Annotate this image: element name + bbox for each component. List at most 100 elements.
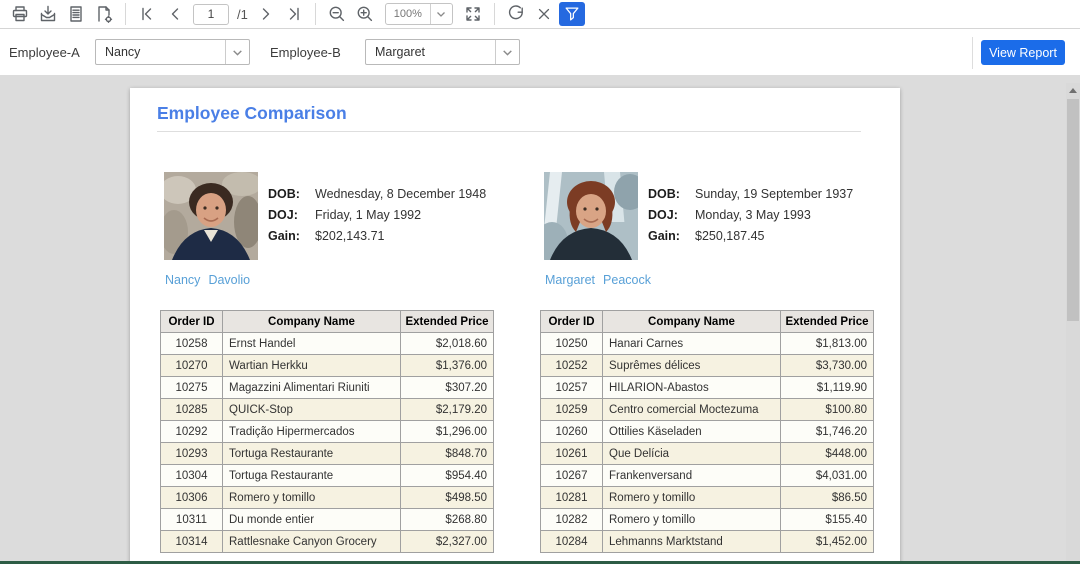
table-row: 10261 Que Delícia $448.00 bbox=[540, 442, 874, 465]
company-name-cell: Romero y tomillo bbox=[222, 486, 401, 509]
order-id-header: Order ID bbox=[540, 310, 603, 333]
company-name-cell: Centro comercial Moctezuma bbox=[602, 398, 781, 421]
order-id-cell: 10275 bbox=[160, 376, 223, 399]
order-id-cell: 10258 bbox=[160, 332, 223, 355]
scrollbar-thumb[interactable] bbox=[1067, 99, 1079, 321]
company-name-header: Company Name bbox=[222, 310, 401, 333]
extended-price-cell: $1,376.00 bbox=[400, 354, 494, 377]
page-number-input[interactable] bbox=[193, 3, 229, 25]
print-button[interactable] bbox=[7, 2, 33, 26]
extended-price-cell: $4,031.00 bbox=[780, 464, 874, 487]
company-name-cell: Tortuga Restaurante bbox=[222, 442, 401, 465]
last-name: Davolio bbox=[208, 273, 251, 287]
vertical-scrollbar[interactable] bbox=[1066, 83, 1080, 564]
gain-label: Gain: bbox=[648, 228, 680, 243]
page-total-label: /1 bbox=[237, 6, 248, 22]
zoom-out-button[interactable] bbox=[324, 2, 350, 26]
zoom-in-button[interactable] bbox=[352, 2, 378, 26]
table-row: 10314 Rattlesnake Canyon Grocery $2,327.00 bbox=[160, 530, 494, 553]
employee-a-photo bbox=[164, 172, 258, 260]
order-id-cell: 10270 bbox=[160, 354, 223, 377]
zoom-in-icon bbox=[357, 6, 372, 22]
dob-value: Wednesday, 8 December 1948 bbox=[315, 186, 487, 201]
employee-b-name-link[interactable]: Margaret Peacock bbox=[545, 273, 651, 287]
filter-parameters-button[interactable] bbox=[558, 2, 585, 26]
company-name-cell: Wartian Herkku bbox=[222, 354, 401, 377]
company-name-cell: Que Delícia bbox=[602, 442, 781, 465]
close-icon bbox=[538, 8, 549, 20]
order-id-cell: 10261 bbox=[540, 442, 603, 465]
chevron-down-icon bbox=[503, 49, 512, 56]
previous-page-icon bbox=[171, 8, 179, 20]
fit-to-page-button[interactable] bbox=[460, 2, 486, 26]
page-setup-button[interactable] bbox=[91, 2, 117, 26]
company-name-cell: HILARION-Abastos bbox=[602, 376, 781, 399]
extended-price-cell: $2,179.20 bbox=[400, 398, 494, 421]
last-page-button[interactable] bbox=[281, 2, 307, 26]
order-id-cell: 10257 bbox=[540, 376, 603, 399]
table-row: 10306 Romero y tomillo $498.50 bbox=[160, 486, 494, 509]
company-name-cell: Ernst Handel bbox=[222, 332, 401, 355]
employee-b-photo bbox=[544, 172, 638, 260]
company-name-cell: Ottilies Käseladen bbox=[602, 420, 781, 443]
company-name-cell: Hanari Carnes bbox=[602, 332, 781, 355]
company-name-cell: Frankenversand bbox=[602, 464, 781, 487]
table-row: 10258 Ernst Handel $2,018.60 bbox=[160, 332, 494, 355]
table-row: 10259 Centro comercial Moctezuma $100.80 bbox=[540, 398, 874, 421]
employee-a-details: DOB: Wednesday, 8 December 1948 DOJ: Frida… bbox=[268, 183, 486, 246]
extended-price-cell: $268.80 bbox=[400, 508, 494, 531]
order-id-header: Order ID bbox=[160, 310, 223, 333]
extended-price-cell: $1,746.20 bbox=[780, 420, 874, 443]
print-layout-button[interactable] bbox=[63, 2, 89, 26]
toolbar-separator bbox=[125, 3, 126, 25]
print-icon bbox=[12, 6, 28, 22]
company-name-header: Company Name bbox=[602, 310, 781, 333]
company-name-cell: Suprêmes délices bbox=[602, 354, 781, 377]
extended-price-cell: $2,018.60 bbox=[400, 332, 494, 355]
employee-a-select[interactable]: Nancy bbox=[95, 39, 250, 65]
zoom-percent-value: 100% bbox=[393, 8, 422, 20]
first-page-icon bbox=[142, 7, 152, 21]
fit-to-page-icon bbox=[466, 7, 480, 21]
first-page-button[interactable] bbox=[134, 2, 160, 26]
triangle-up-icon bbox=[1069, 87, 1077, 93]
filter-icon bbox=[565, 7, 579, 21]
company-name-cell: Tortuga Restaurante bbox=[222, 464, 401, 487]
first-name: Margaret bbox=[545, 273, 596, 287]
employee-a-name-link[interactable]: Nancy Davolio bbox=[165, 273, 250, 287]
table-row: 10292 Tradição Hipermercados $1,296.00 bbox=[160, 420, 494, 443]
first-name: Nancy bbox=[165, 273, 201, 287]
order-id-cell: 10284 bbox=[540, 530, 603, 553]
order-id-cell: 10260 bbox=[540, 420, 603, 443]
order-id-cell: 10267 bbox=[540, 464, 603, 487]
zoom-dropdown-button[interactable] bbox=[429, 4, 452, 24]
dob-value: Sunday, 19 September 1937 bbox=[695, 186, 854, 201]
employee-a-dropdown-button[interactable] bbox=[225, 40, 249, 64]
report-page: Employee Comparison DOB: Wednesday, 8 De… bbox=[130, 88, 900, 564]
extended-price-cell: $155.40 bbox=[780, 508, 874, 531]
previous-page-button[interactable] bbox=[162, 2, 188, 26]
refresh-button[interactable] bbox=[503, 2, 529, 26]
print-layout-icon bbox=[70, 6, 82, 22]
next-page-button[interactable] bbox=[253, 2, 279, 26]
employee-b-dropdown-button[interactable] bbox=[495, 40, 519, 64]
table-row: 10252 Suprêmes délices $3,730.00 bbox=[540, 354, 874, 377]
export-button[interactable] bbox=[35, 2, 61, 26]
employee-a-label: Employee-A bbox=[9, 45, 80, 60]
parameter-bar-divider bbox=[972, 37, 973, 69]
company-name-cell: Lehmanns Marktstand bbox=[602, 530, 781, 553]
order-id-cell: 10259 bbox=[540, 398, 603, 421]
toolbar-separator bbox=[314, 3, 316, 25]
zoom-out-icon bbox=[329, 6, 344, 22]
close-button[interactable] bbox=[531, 2, 557, 26]
extended-price-cell: $448.00 bbox=[780, 442, 874, 465]
view-report-button[interactable]: View Report bbox=[981, 40, 1065, 65]
order-id-cell: 10314 bbox=[160, 530, 223, 553]
scrollbar-up-button[interactable] bbox=[1066, 83, 1080, 97]
zoom-percent-combo[interactable]: 100% bbox=[384, 3, 453, 25]
employee-b-select[interactable]: Margaret bbox=[365, 39, 520, 65]
refresh-icon bbox=[508, 5, 523, 20]
extended-price-cell: $498.50 bbox=[400, 486, 494, 509]
dob-label: DOB: bbox=[648, 186, 680, 201]
doj-label: DOJ: bbox=[648, 207, 678, 222]
